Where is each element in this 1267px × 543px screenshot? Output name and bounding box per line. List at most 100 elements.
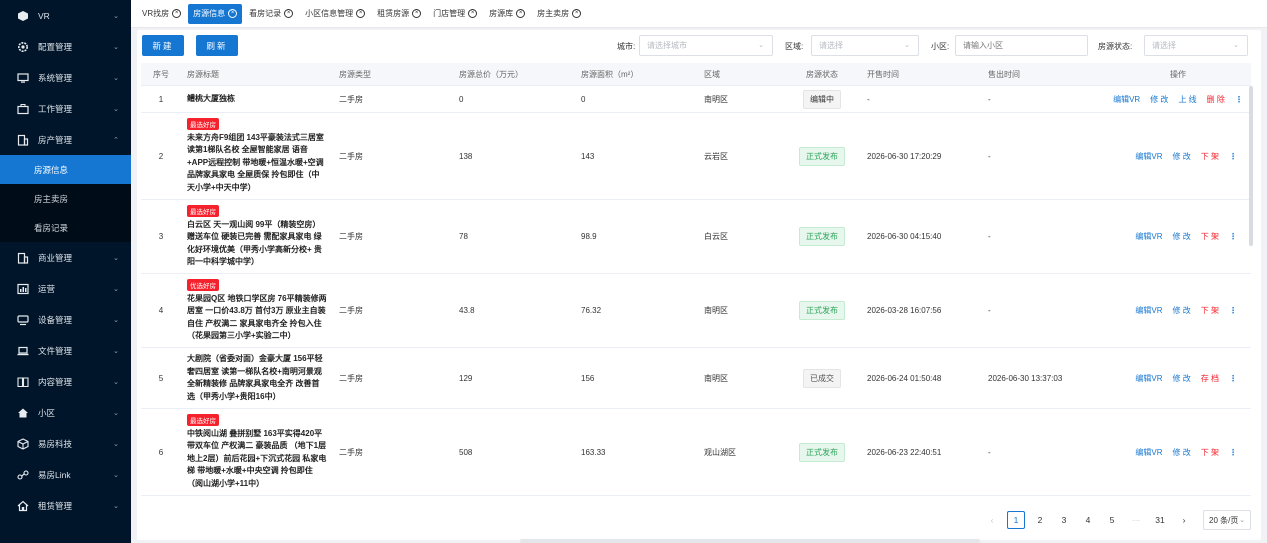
sidebar-item-5[interactable]: 商业管理 ⌄	[0, 242, 131, 273]
row-action-button[interactable]: 修 改	[1173, 231, 1191, 242]
close-icon[interactable]: ×	[172, 9, 182, 18]
page-size-select[interactable]: 20 条/页 ⌄	[1203, 510, 1251, 530]
row-action-button[interactable]: 下 架	[1201, 151, 1219, 162]
page-button[interactable]: 2	[1031, 511, 1049, 529]
page-button[interactable]: 5	[1103, 511, 1121, 529]
new-button[interactable]: 新建	[142, 35, 184, 56]
sidebar-item-1[interactable]: 配置管理 ⌄	[0, 31, 131, 62]
sidebar-item-8[interactable]: 文件管理 ⌄	[0, 335, 131, 366]
row-action-button[interactable]: 编辑VR	[1135, 305, 1162, 316]
row-action-button[interactable]: 修 改	[1150, 94, 1168, 105]
row-action-button[interactable]: 编辑VR	[1113, 94, 1140, 105]
close-icon[interactable]: ×	[228, 9, 238, 18]
listing-district: 白云区	[704, 232, 728, 241]
sale-time: 2026-03-28 16:07:56	[867, 306, 942, 315]
more-vertical-icon[interactable]: ⋮	[1229, 232, 1237, 241]
sidebar-item-12[interactable]: 易房Link ⌄	[0, 459, 131, 490]
row-action-button[interactable]: 下 架	[1201, 447, 1219, 458]
more-vertical-icon[interactable]: ⋮	[1229, 152, 1237, 161]
tab-0[interactable]: VR找房 ×	[137, 4, 186, 24]
row-action-button[interactable]: 编辑VR	[1135, 231, 1162, 242]
row-action-button[interactable]: 修 改	[1173, 373, 1191, 384]
city-select[interactable]: 请选择城市 ⌄	[639, 35, 773, 56]
tab-3[interactable]: 小区信息管理 ×	[300, 4, 370, 24]
sold-time-cell: -	[988, 409, 1103, 495]
close-icon[interactable]: ×	[284, 9, 294, 18]
row-action-button[interactable]: 删 除	[1207, 94, 1225, 105]
more-vertical-icon[interactable]: ⋮	[1229, 306, 1237, 315]
sidebar-item-9[interactable]: 内容管理 ⌄	[0, 366, 131, 397]
type-cell: 二手房	[339, 274, 449, 347]
sidebar-item-13[interactable]: 租赁管理 ⌄	[0, 490, 131, 521]
row-action-button[interactable]: 编辑VR	[1135, 151, 1162, 162]
close-icon[interactable]: ×	[468, 9, 478, 18]
row-action-button[interactable]: 编辑VR	[1135, 373, 1162, 384]
sidebar-subitem-1[interactable]: 房主卖房	[0, 184, 131, 213]
tab-5[interactable]: 门店管理 ×	[428, 4, 482, 24]
page-button[interactable]: 4	[1079, 511, 1097, 529]
sidebar-item-11[interactable]: 易房科技 ⌄	[0, 428, 131, 459]
more-vertical-icon[interactable]: ⋮	[1229, 374, 1237, 383]
listing-area: 143	[581, 151, 595, 161]
listing-type: 二手房	[339, 151, 363, 161]
price-cell: 129	[459, 348, 574, 408]
column-header: 售出时间	[988, 69, 1020, 79]
ellipsis: ···	[1131, 515, 1141, 525]
tab-2[interactable]: 看房记录 ×	[244, 4, 298, 24]
row-action-button[interactable]: 编辑VR	[1135, 447, 1162, 458]
sidebar-item-2[interactable]: 系统管理 ⌄	[0, 62, 131, 93]
sidebar-item-10[interactable]: 小区 ⌄	[0, 397, 131, 428]
tab-7[interactable]: 房主卖房 ×	[532, 4, 586, 24]
row-action-button[interactable]: 修 改	[1173, 151, 1191, 162]
district-select[interactable]: 请选择 ⌄	[811, 35, 919, 56]
sidebar-item-0[interactable]: VR ⌄	[0, 0, 131, 31]
tab-1[interactable]: 房源信息 ×	[188, 3, 243, 24]
listing-price: 78	[459, 232, 468, 241]
row-action-button[interactable]: 上 线	[1178, 94, 1196, 105]
sidebar-subitem-0[interactable]: 房源信息	[0, 155, 131, 184]
area-cell: 163.33	[581, 409, 696, 495]
home-icon	[16, 406, 30, 420]
sidebar-item-3[interactable]: 工作管理 ⌄	[0, 93, 131, 124]
sold-time-cell: 2026-06-30 13:37:03	[988, 348, 1103, 408]
status-cell: 正式发布	[777, 409, 867, 495]
vertical-scrollbar[interactable]	[1249, 86, 1253, 246]
horizontal-scrollbar[interactable]	[520, 539, 980, 543]
sidebar-item-label: 房产管理	[38, 134, 73, 145]
page-button[interactable]: 31	[1151, 511, 1169, 529]
row-action-button[interactable]: 下 架	[1201, 231, 1219, 242]
close-icon[interactable]: ×	[572, 9, 582, 18]
row-action-button[interactable]: 下 架	[1201, 305, 1219, 316]
status-select[interactable]: 请选择 ⌄	[1144, 35, 1248, 56]
listing-type: 二手房	[339, 373, 363, 383]
actions-cell: 编辑VR 修 改下 架 ⋮	[1105, 113, 1251, 199]
close-icon[interactable]: ×	[412, 9, 422, 18]
sidebar-subitem-2[interactable]: 看房记录	[0, 213, 131, 242]
close-icon[interactable]: ×	[356, 9, 366, 18]
prev-page-button[interactable]: ‹	[983, 511, 1001, 529]
listing-type: 二手房	[339, 232, 363, 241]
sidebar-item-7[interactable]: 设备管理 ⌄	[0, 304, 131, 335]
title-cell: 优选好房 花果园Q区 地铁口学区房 76平精装修两居室 一口价43.8万 首付3万…	[187, 274, 337, 347]
page-button[interactable]: 3	[1055, 511, 1073, 529]
more-vertical-icon[interactable]: ⋮	[1235, 95, 1243, 104]
listing-area: 98.9	[581, 232, 597, 241]
close-icon[interactable]: ×	[516, 9, 526, 18]
listing-district: 云岩区	[704, 151, 728, 161]
sidebar-item-4[interactable]: 房产管理 ⌃	[0, 124, 131, 155]
more-vertical-icon[interactable]: ⋮	[1229, 448, 1237, 457]
listing-type: 二手房	[339, 306, 363, 315]
sidebar-item-label: 设备管理	[38, 314, 73, 325]
row-action-button[interactable]: 修 改	[1173, 447, 1191, 458]
community-input[interactable]	[955, 35, 1088, 56]
refresh-button[interactable]: 刷新	[196, 35, 238, 56]
chevron-down-icon: ⌄	[113, 440, 119, 448]
next-page-button[interactable]: ›	[1175, 511, 1193, 529]
column-header: 房源状态	[806, 69, 838, 79]
tab-4[interactable]: 租赁房源 ×	[372, 4, 426, 24]
row-action-button[interactable]: 修 改	[1173, 305, 1191, 316]
sidebar-item-6[interactable]: 运营 ⌄	[0, 273, 131, 304]
row-action-button[interactable]: 存 档	[1201, 373, 1219, 384]
page-button[interactable]: 1	[1007, 511, 1025, 529]
tab-6[interactable]: 房源库 ×	[484, 4, 530, 24]
